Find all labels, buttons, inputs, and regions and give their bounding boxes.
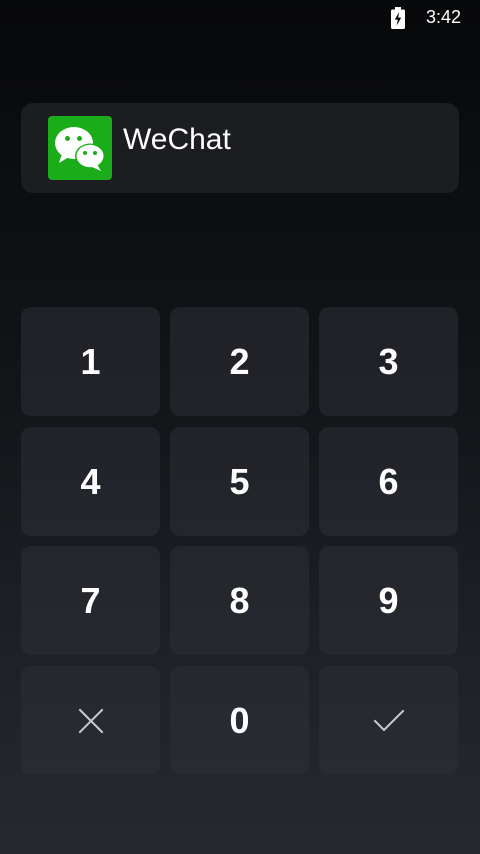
check-icon <box>373 709 404 731</box>
close-icon <box>78 708 103 733</box>
key-0[interactable]: 0 <box>170 666 309 775</box>
app-card: WeChat <box>21 103 459 193</box>
key-5[interactable]: 5 <box>170 427 309 536</box>
key-9[interactable]: 9 <box>319 546 458 655</box>
wechat-icon <box>48 116 112 180</box>
status-time: 3:42 <box>425 7 461 27</box>
confirm-button[interactable] <box>319 666 458 775</box>
key-7[interactable]: 7 <box>21 546 160 655</box>
key-6[interactable]: 6 <box>319 427 458 536</box>
app-name: WeChat <box>123 123 231 156</box>
key-8[interactable]: 8 <box>170 546 309 655</box>
key-2[interactable]: 2 <box>170 307 309 416</box>
battery-charging-icon <box>391 7 405 29</box>
key-1[interactable]: 1 <box>21 307 160 416</box>
cancel-button[interactable] <box>21 666 160 775</box>
key-3[interactable]: 3 <box>319 307 458 416</box>
key-4[interactable]: 4 <box>21 427 160 536</box>
status-bar: 3:42 <box>0 0 480 34</box>
